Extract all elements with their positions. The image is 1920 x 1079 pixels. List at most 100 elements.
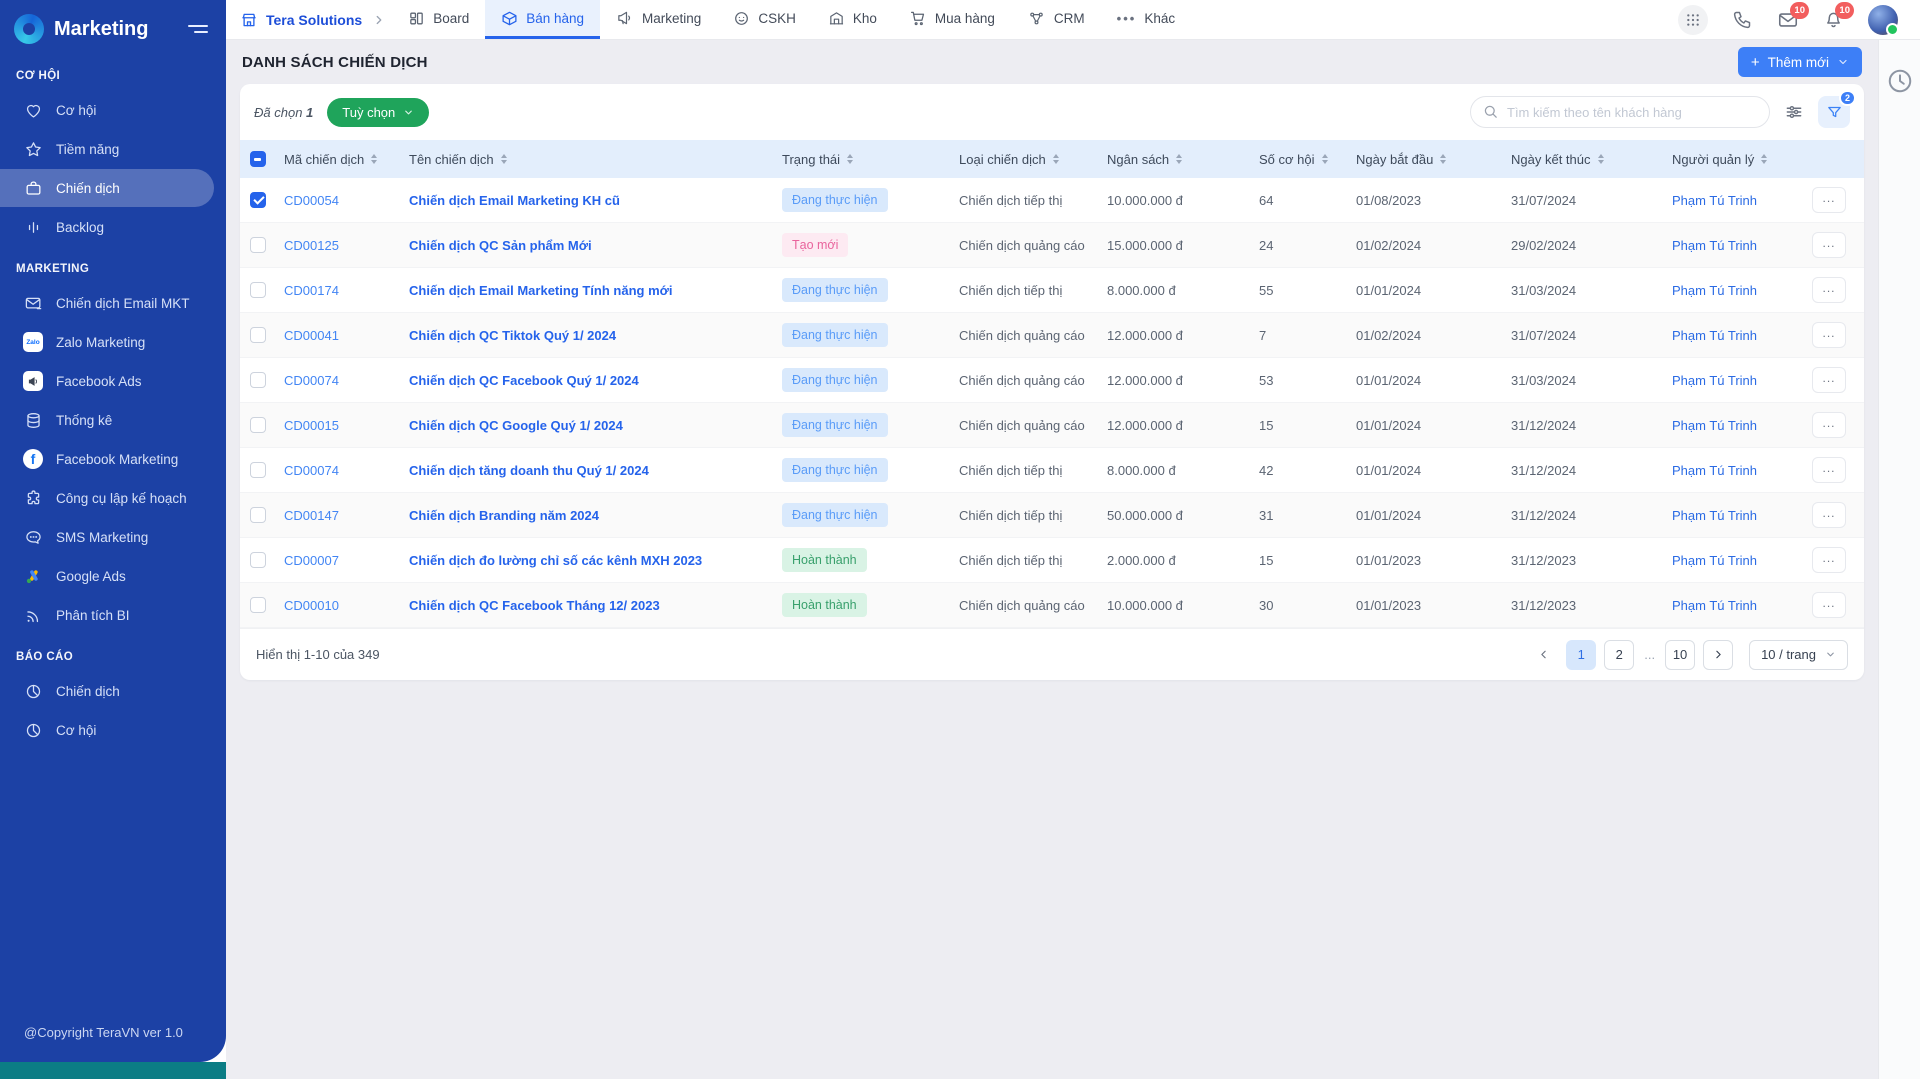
tab-cskh[interactable]: CSKH — [717, 0, 812, 39]
sort-icon[interactable] — [1761, 154, 1767, 164]
sidebar-item-công-cụ-lập-kế-hoạch[interactable]: Công cụ lập kế hoạch — [0, 479, 226, 517]
sort-icon[interactable] — [1598, 154, 1604, 164]
campaign-name-link[interactable]: Chiến dịch QC Tiktok Quý 1/ 2024 — [409, 328, 616, 343]
campaign-name-link[interactable]: Chiến dịch tăng doanh thu Quý 1/ 2024 — [409, 463, 649, 478]
row-actions-button[interactable]: ... — [1812, 232, 1846, 258]
campaign-name-link[interactable]: Chiến dịch Email Marketing KH cũ — [409, 193, 620, 208]
sidebar-item-cơ-hội[interactable]: Cơ hội — [0, 711, 226, 749]
sort-icon[interactable] — [1440, 154, 1446, 164]
workspace-breadcrumb[interactable]: Tera Solutions — [226, 0, 372, 39]
campaign-name-link[interactable]: Chiến dịch QC Facebook Quý 1/ 2024 — [409, 373, 639, 388]
campaign-code-link[interactable]: CD00074 — [284, 373, 339, 388]
tab-crm[interactable]: CRM — [1011, 0, 1101, 39]
campaign-name-link[interactable]: Chiến dịch đo lường chỉ số các kênh MXH … — [409, 553, 702, 568]
sort-icon[interactable] — [371, 154, 377, 164]
sort-icon[interactable] — [501, 154, 507, 164]
row-checkbox[interactable] — [250, 237, 266, 253]
row-actions-button[interactable]: ... — [1812, 547, 1846, 573]
campaign-code-link[interactable]: CD00041 — [284, 328, 339, 343]
sort-icon[interactable] — [1322, 154, 1328, 164]
apps-grid-icon[interactable] — [1678, 5, 1708, 35]
page-button-2[interactable]: 2 — [1604, 640, 1634, 670]
campaign-code-link[interactable]: CD00007 — [284, 553, 339, 568]
campaign-code-link[interactable]: CD00125 — [284, 238, 339, 253]
manager-link[interactable]: Phạm Tú Trinh — [1672, 328, 1757, 343]
campaign-name-link[interactable]: Chiến dịch QC Sản phẩm Mới — [409, 238, 592, 253]
sidebar-item-thống-kê[interactable]: Thống kê — [0, 401, 226, 439]
row-checkbox[interactable] — [250, 192, 266, 208]
sidebar-item-chiến-dịch[interactable]: Chiến dịch — [0, 169, 214, 207]
row-actions-button[interactable]: ... — [1812, 412, 1846, 438]
manager-link[interactable]: Phạm Tú Trinh — [1672, 508, 1757, 523]
tab-mua-hàng[interactable]: Mua hàng — [893, 0, 1011, 39]
bell-icon[interactable]: 10 — [1823, 9, 1844, 30]
hamburger-menu-icon[interactable] — [188, 21, 210, 37]
user-avatar[interactable] — [1868, 5, 1898, 35]
tab-kho[interactable]: Kho — [812, 0, 893, 39]
sidebar-item-chiến-dịch-email-mkt[interactable]: Chiến dịch Email MKT — [0, 284, 226, 322]
filter-button[interactable]: 2 — [1818, 96, 1850, 128]
sidebar-item-backlog[interactable]: Backlog — [0, 208, 226, 246]
history-clock-icon[interactable] — [1885, 66, 1915, 96]
page-button-1[interactable]: 1 — [1566, 640, 1596, 670]
row-actions-button[interactable]: ... — [1812, 187, 1846, 213]
add-new-button[interactable]: + Thêm mới — [1738, 47, 1862, 77]
manager-link[interactable]: Phạm Tú Trinh — [1672, 598, 1757, 613]
row-checkbox[interactable] — [250, 462, 266, 478]
row-checkbox[interactable] — [250, 327, 266, 343]
search-input[interactable] — [1470, 96, 1770, 128]
tab-khác[interactable]: •••Khác — [1101, 0, 1191, 39]
phone-icon[interactable] — [1732, 9, 1753, 30]
sort-icon[interactable] — [1176, 154, 1182, 164]
column-settings-icon[interactable] — [1784, 102, 1804, 122]
next-page-button[interactable] — [1703, 640, 1733, 670]
page-size-select[interactable]: 10 / trang — [1749, 640, 1848, 670]
sidebar-item-facebook-marketing[interactable]: fFacebook Marketing — [0, 440, 226, 478]
sidebar-item-chiến-dịch[interactable]: Chiến dịch — [0, 672, 226, 710]
campaign-name-link[interactable]: Chiến dịch QC Google Quý 1/ 2024 — [409, 418, 623, 433]
campaign-code-link[interactable]: CD00074 — [284, 463, 339, 478]
sidebar-item-zalo-marketing[interactable]: ZaloZalo Marketing — [0, 323, 226, 361]
row-actions-button[interactable]: ... — [1812, 502, 1846, 528]
row-checkbox[interactable] — [250, 552, 266, 568]
tab-bán-hàng[interactable]: Bán hàng — [485, 0, 600, 39]
campaign-name-link[interactable]: Chiến dịch Branding năm 2024 — [409, 508, 599, 523]
tab-board[interactable]: Board — [392, 0, 485, 39]
manager-link[interactable]: Phạm Tú Trinh — [1672, 418, 1757, 433]
campaign-code-link[interactable]: CD00015 — [284, 418, 339, 433]
campaign-name-link[interactable]: Chiến dịch Email Marketing Tính năng mới — [409, 283, 673, 298]
manager-link[interactable]: Phạm Tú Trinh — [1672, 283, 1757, 298]
sort-icon[interactable] — [847, 154, 853, 164]
sort-icon[interactable] — [1053, 154, 1059, 164]
page-button-10[interactable]: 10 — [1665, 640, 1695, 670]
sidebar-item-sms-marketing[interactable]: SMS Marketing — [0, 518, 226, 556]
manager-link[interactable]: Phạm Tú Trinh — [1672, 238, 1757, 253]
campaign-code-link[interactable]: CD00054 — [284, 193, 339, 208]
sidebar-item-google-ads[interactable]: Google Ads — [0, 557, 226, 595]
row-actions-button[interactable]: ... — [1812, 322, 1846, 348]
manager-link[interactable]: Phạm Tú Trinh — [1672, 463, 1757, 478]
sidebar-item-phân-tích-bi[interactable]: Phân tích BI — [0, 596, 226, 634]
campaign-code-link[interactable]: CD00147 — [284, 508, 339, 523]
row-actions-button[interactable]: ... — [1812, 457, 1846, 483]
tab-marketing[interactable]: Marketing — [600, 0, 717, 39]
campaign-name-link[interactable]: Chiến dịch QC Facebook Tháng 12/ 2023 — [409, 598, 660, 613]
campaign-code-link[interactable]: CD00174 — [284, 283, 339, 298]
previous-page-button[interactable] — [1528, 640, 1558, 670]
select-all-checkbox[interactable] — [250, 151, 266, 167]
manager-link[interactable]: Phạm Tú Trinh — [1672, 193, 1757, 208]
row-checkbox[interactable] — [250, 282, 266, 298]
row-checkbox[interactable] — [250, 372, 266, 388]
sidebar-item-facebook-ads[interactable]: Facebook Ads — [0, 362, 226, 400]
row-checkbox[interactable] — [250, 507, 266, 523]
manager-link[interactable]: Phạm Tú Trinh — [1672, 373, 1757, 388]
row-actions-button[interactable]: ... — [1812, 277, 1846, 303]
row-actions-button[interactable]: ... — [1812, 367, 1846, 393]
sidebar-item-tiềm-năng[interactable]: Tiềm năng — [0, 130, 226, 168]
manager-link[interactable]: Phạm Tú Trinh — [1672, 553, 1757, 568]
row-checkbox[interactable] — [250, 597, 266, 613]
sidebar-item-cơ-hội[interactable]: Cơ hội — [0, 91, 226, 129]
options-button[interactable]: Tuỳ chọn — [327, 98, 429, 127]
mail-icon[interactable]: 10 — [1777, 9, 1799, 31]
campaign-code-link[interactable]: CD00010 — [284, 598, 339, 613]
